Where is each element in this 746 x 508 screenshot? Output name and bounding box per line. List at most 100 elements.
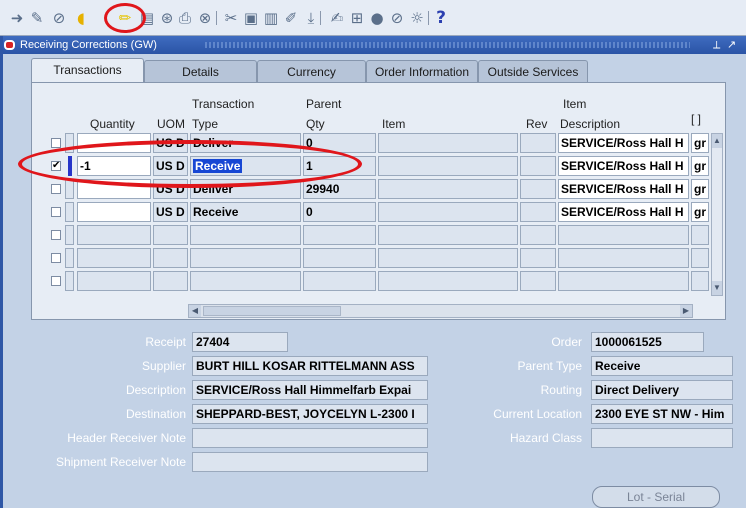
minimize-icon[interactable]: ⟂ xyxy=(713,36,720,54)
receipt-field[interactable]: 27404 xyxy=(192,332,288,352)
routing-field[interactable]: Direct Delivery xyxy=(591,380,733,400)
row-indicator[interactable] xyxy=(65,248,74,268)
cell-parent-qty[interactable] xyxy=(303,225,376,245)
row-indicator[interactable] xyxy=(65,179,74,199)
cell-quantity[interactable] xyxy=(77,202,151,222)
cell-item[interactable] xyxy=(378,133,518,153)
translate-icon[interactable]: ✍ xyxy=(328,9,346,27)
cell-parent-qty[interactable]: 0 xyxy=(303,202,376,222)
cell-extra[interactable]: gr xyxy=(691,202,709,222)
row-indicator[interactable] xyxy=(65,202,74,222)
cell-description[interactable] xyxy=(558,225,689,245)
cell-item[interactable] xyxy=(378,225,518,245)
cell-item[interactable] xyxy=(378,179,518,199)
pen-icon[interactable]: ✎ xyxy=(28,9,46,27)
row-select-checkbox[interactable] xyxy=(51,276,61,286)
cell-description[interactable] xyxy=(558,271,689,291)
navigator-icon[interactable]: ⊘ xyxy=(50,9,68,27)
row-select-checkbox[interactable] xyxy=(51,207,61,217)
cell-extra[interactable]: gr xyxy=(691,156,709,176)
row-indicator[interactable] xyxy=(65,271,74,291)
cell-item[interactable] xyxy=(378,271,518,291)
cell-item[interactable] xyxy=(378,248,518,268)
row-select-checkbox[interactable] xyxy=(51,253,61,263)
scroll-down-icon[interactable]: ▼ xyxy=(712,281,722,295)
tab-order-information[interactable]: Order Information xyxy=(366,60,478,82)
cell-parent-qty[interactable] xyxy=(303,271,376,291)
cell-quantity[interactable] xyxy=(77,271,151,291)
cell-extra[interactable] xyxy=(691,248,709,268)
hazard-class-field[interactable] xyxy=(591,428,733,448)
cell-description[interactable]: SERVICE/Ross Hall H xyxy=(558,179,689,199)
current-location-field[interactable]: 2300 EYE ST NW - Him xyxy=(591,404,733,424)
row-select-checkbox[interactable] xyxy=(51,138,61,148)
zoom-icon[interactable]: ⊗ xyxy=(196,9,214,27)
search-icon[interactable]: ⊛ xyxy=(158,9,176,27)
maximize-icon[interactable]: ↗ xyxy=(727,36,736,54)
destination-field[interactable]: SHEPPARD-BEST, JOYCELYN L-2300 I xyxy=(192,404,428,424)
cell-rev[interactable] xyxy=(520,133,556,153)
cell-description[interactable]: SERVICE/Ross Hall H xyxy=(558,133,689,153)
help-icon[interactable]: ? xyxy=(432,9,450,27)
cell-rev[interactable] xyxy=(520,225,556,245)
cell-uom[interactable]: US D xyxy=(153,202,188,222)
print-icon[interactable]: ⎙ xyxy=(176,9,194,27)
cell-uom[interactable] xyxy=(153,225,188,245)
cell-description[interactable]: SERVICE/Ross Hall H xyxy=(558,202,689,222)
scroll-left-icon[interactable]: ◀ xyxy=(189,305,201,317)
navigator-tool-icon[interactable]: ◖ xyxy=(72,9,90,27)
cell-rev[interactable] xyxy=(520,179,556,199)
vertical-scrollbar[interactable]: ▲ ▼ xyxy=(711,133,723,296)
supplier-field[interactable]: BURT HILL KOSAR RITTELMANN ASS xyxy=(192,356,428,376)
cut-icon[interactable]: ✂ xyxy=(222,9,240,27)
shipment-receiver-note-field[interactable] xyxy=(192,452,428,472)
cell-rev[interactable] xyxy=(520,156,556,176)
clear-icon[interactable]: ⤓ xyxy=(302,9,320,27)
row-select-checkbox[interactable] xyxy=(51,184,61,194)
cell-uom[interactable] xyxy=(153,248,188,268)
scroll-thumb[interactable] xyxy=(203,306,341,316)
cell-uom[interactable] xyxy=(153,271,188,291)
cell-extra[interactable] xyxy=(691,225,709,245)
parent-type-field[interactable]: Receive xyxy=(591,356,733,376)
edit-icon[interactable]: ✐ xyxy=(282,9,300,27)
arrow-icon[interactable]: ➜ xyxy=(8,9,26,27)
description-field[interactable]: SERVICE/Ross Hall Himmelfarb Expai xyxy=(192,380,428,400)
cell-parent-qty[interactable]: 29940 xyxy=(303,179,376,199)
attachment-icon[interactable]: ⊞ xyxy=(348,9,366,27)
cell-rev[interactable] xyxy=(520,202,556,222)
row-indicator[interactable] xyxy=(65,225,74,245)
tab-outside-services[interactable]: Outside Services xyxy=(478,60,588,82)
cell-extra[interactable] xyxy=(691,271,709,291)
scroll-right-icon[interactable]: ▶ xyxy=(680,305,692,317)
copy-icon[interactable]: ▣ xyxy=(242,9,260,27)
horizontal-scrollbar[interactable]: ◀ ▶ xyxy=(188,304,693,318)
header-receiver-note-field[interactable] xyxy=(192,428,428,448)
folder-icon[interactable]: ● xyxy=(368,9,386,27)
lot-serial-button[interactable]: Lot - Serial xyxy=(592,486,720,508)
close-icon[interactable] xyxy=(4,40,15,50)
cell-extra[interactable]: gr xyxy=(691,133,709,153)
cell-rev[interactable] xyxy=(520,248,556,268)
refresh-icon[interactable]: ☼ xyxy=(408,9,426,27)
cell-description[interactable]: SERVICE/Ross Hall H xyxy=(558,156,689,176)
cell-type[interactable] xyxy=(190,225,301,245)
cell-extra[interactable]: gr xyxy=(691,179,709,199)
scroll-up-icon[interactable]: ▲ xyxy=(712,134,722,148)
cell-description[interactable] xyxy=(558,248,689,268)
paperclip-icon[interactable]: ⊘ xyxy=(388,9,406,27)
cell-type[interactable] xyxy=(190,271,301,291)
cell-parent-qty[interactable] xyxy=(303,248,376,268)
cell-rev[interactable] xyxy=(520,271,556,291)
order-field[interactable]: 1000061525 xyxy=(591,332,704,352)
cell-item[interactable] xyxy=(378,156,518,176)
tab-transactions[interactable]: Transactions xyxy=(31,58,144,83)
cell-quantity[interactable] xyxy=(77,248,151,268)
cell-type[interactable] xyxy=(190,248,301,268)
cell-item[interactable] xyxy=(378,202,518,222)
cell-quantity[interactable] xyxy=(77,225,151,245)
tab-details[interactable]: Details xyxy=(144,60,257,82)
row-select-checkbox[interactable] xyxy=(51,230,61,240)
cell-type[interactable]: Receive xyxy=(190,202,301,222)
tab-currency[interactable]: Currency xyxy=(257,60,366,82)
